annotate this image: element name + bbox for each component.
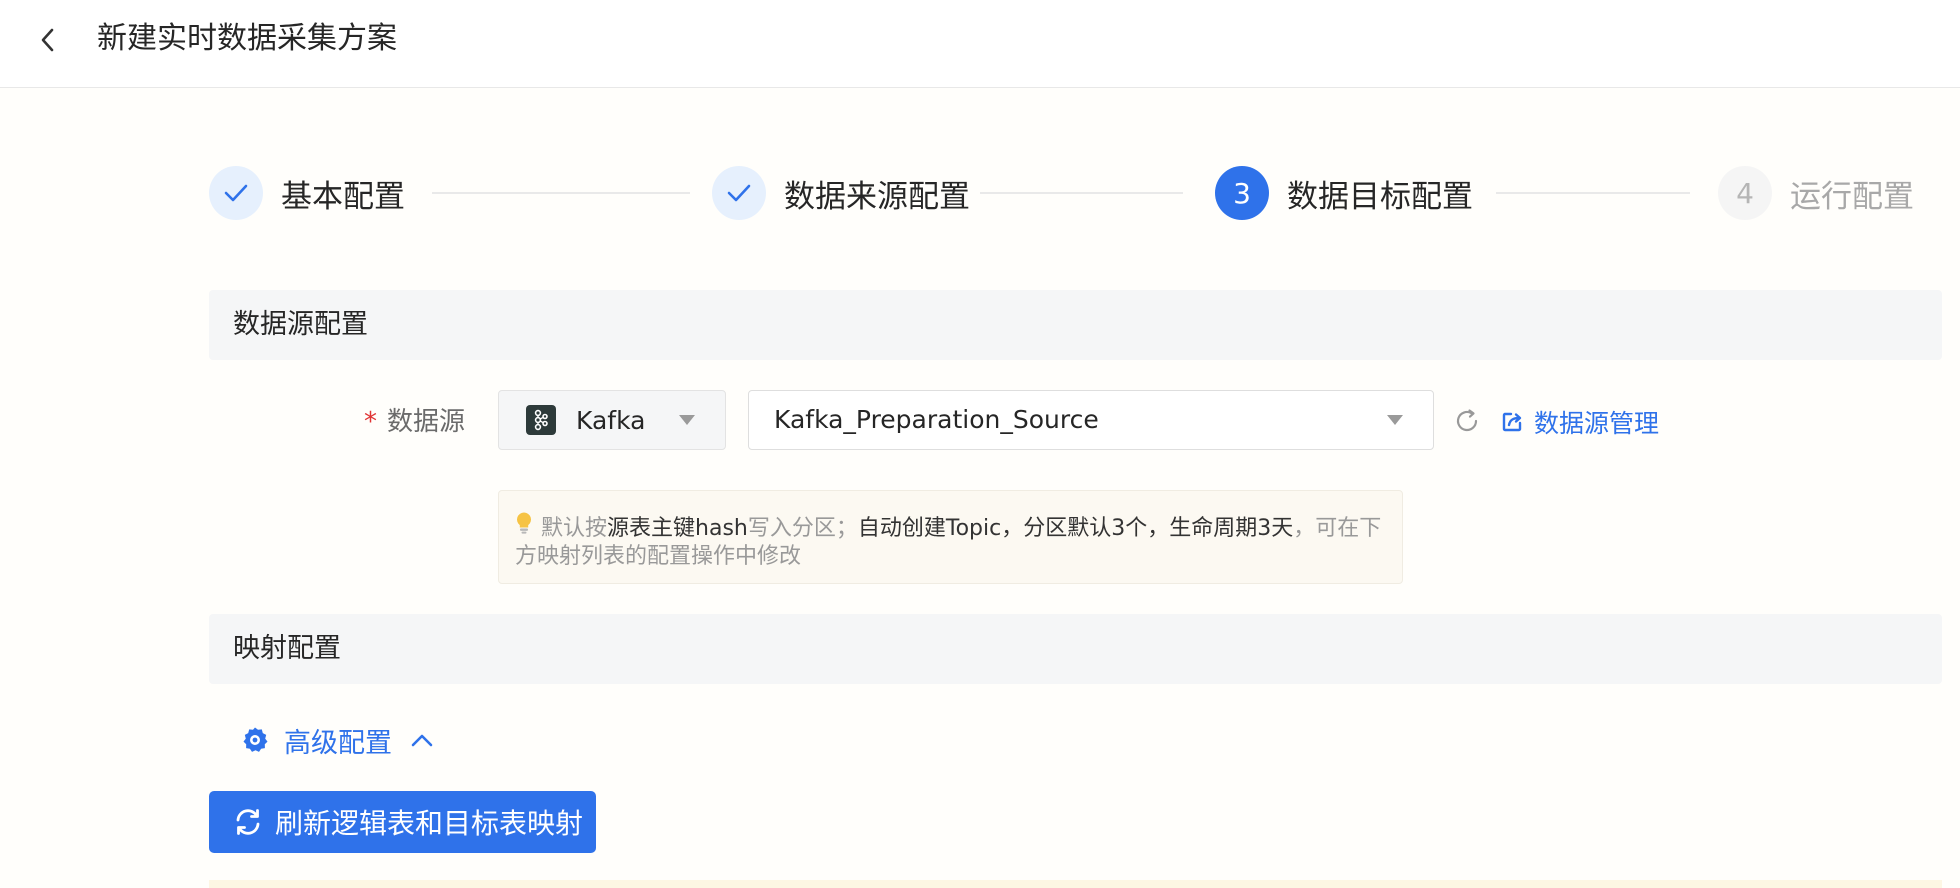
tip-text-4: 自动创建Topic，分区默认3个，生命周期3天 [857,516,1294,541]
section-datasource-title: 数据源配置 [209,290,1942,360]
datasource-type-select[interactable]: Kafka [498,390,726,450]
step-2-label: 数据来源配置 [784,178,970,215]
partition-tip: 默认按源表主键hash写入分区；自动创建Topic，分区默认3个，生命周期3天，… [498,490,1403,584]
refresh-mapping-label: 刷新逻辑表和目标表映射 [275,807,584,840]
datasource-type-value: Kafka [576,405,646,435]
tip-text-2: 源表主键hash [607,516,748,541]
step-run[interactable]: 4 运行配置 [1718,166,1914,220]
steps-bar: 基本配置 数据来源配置 3 数据目标配置 4 运行配置 [209,166,1929,220]
external-link-icon [1502,412,1522,432]
datasource-label: * 数据源 [364,400,465,444]
page-title: 新建实时数据采集方案 [97,21,397,56]
step-4-label: 运行配置 [1790,178,1914,215]
step-3-indicator: 3 [1215,166,1269,220]
back-button[interactable] [30,22,66,58]
datasource-manage-label: 数据源管理 [1534,409,1660,438]
advanced-config-toggle[interactable]: 高级配置 [240,719,434,761]
section-mapping-title: 映射配置 [209,614,1942,684]
step-basic[interactable]: 基本配置 [209,166,405,220]
chevron-left-icon [41,28,54,52]
step-source[interactable]: 数据来源配置 [712,166,970,220]
tip-text-1: 默认按 [541,516,608,541]
kafka-icon [526,405,556,435]
page-header: 新建实时数据采集方案 [0,0,1960,88]
datasource-value: Kafka_Preparation_Source [774,405,1099,434]
required-mark: * [364,407,377,437]
step-connector [432,192,690,194]
datasource-select[interactable]: Kafka_Preparation_Source [748,390,1434,450]
lightbulb-icon [515,511,533,543]
step-target[interactable]: 3 数据目标配置 [1215,166,1473,220]
step-1-label: 基本配置 [281,178,405,215]
caret-down-icon [1387,415,1403,425]
step-1-indicator [209,166,263,220]
caret-down-icon [679,415,695,425]
sync-icon [236,809,260,835]
step-connector [1496,192,1690,194]
gear-icon [243,727,268,752]
check-icon [727,184,751,202]
chevron-up-icon [411,734,433,747]
advanced-config-label: 高级配置 [284,727,392,759]
refresh-mapping-button[interactable]: 刷新逻辑表和目标表映射 [209,791,596,853]
step-connector [980,192,1183,194]
step-2-indicator [712,166,766,220]
step-4-indicator: 4 [1718,166,1772,220]
tip-text-3: 写入分区； [747,516,858,541]
refresh-icon[interactable] [1452,406,1482,436]
bottom-divider [209,880,1942,888]
step-3-label: 数据目标配置 [1287,178,1473,215]
check-icon [224,184,248,202]
datasource-manage-link[interactable]: 数据源管理 [1500,400,1659,444]
datasource-label-text: 数据源 [387,407,466,437]
